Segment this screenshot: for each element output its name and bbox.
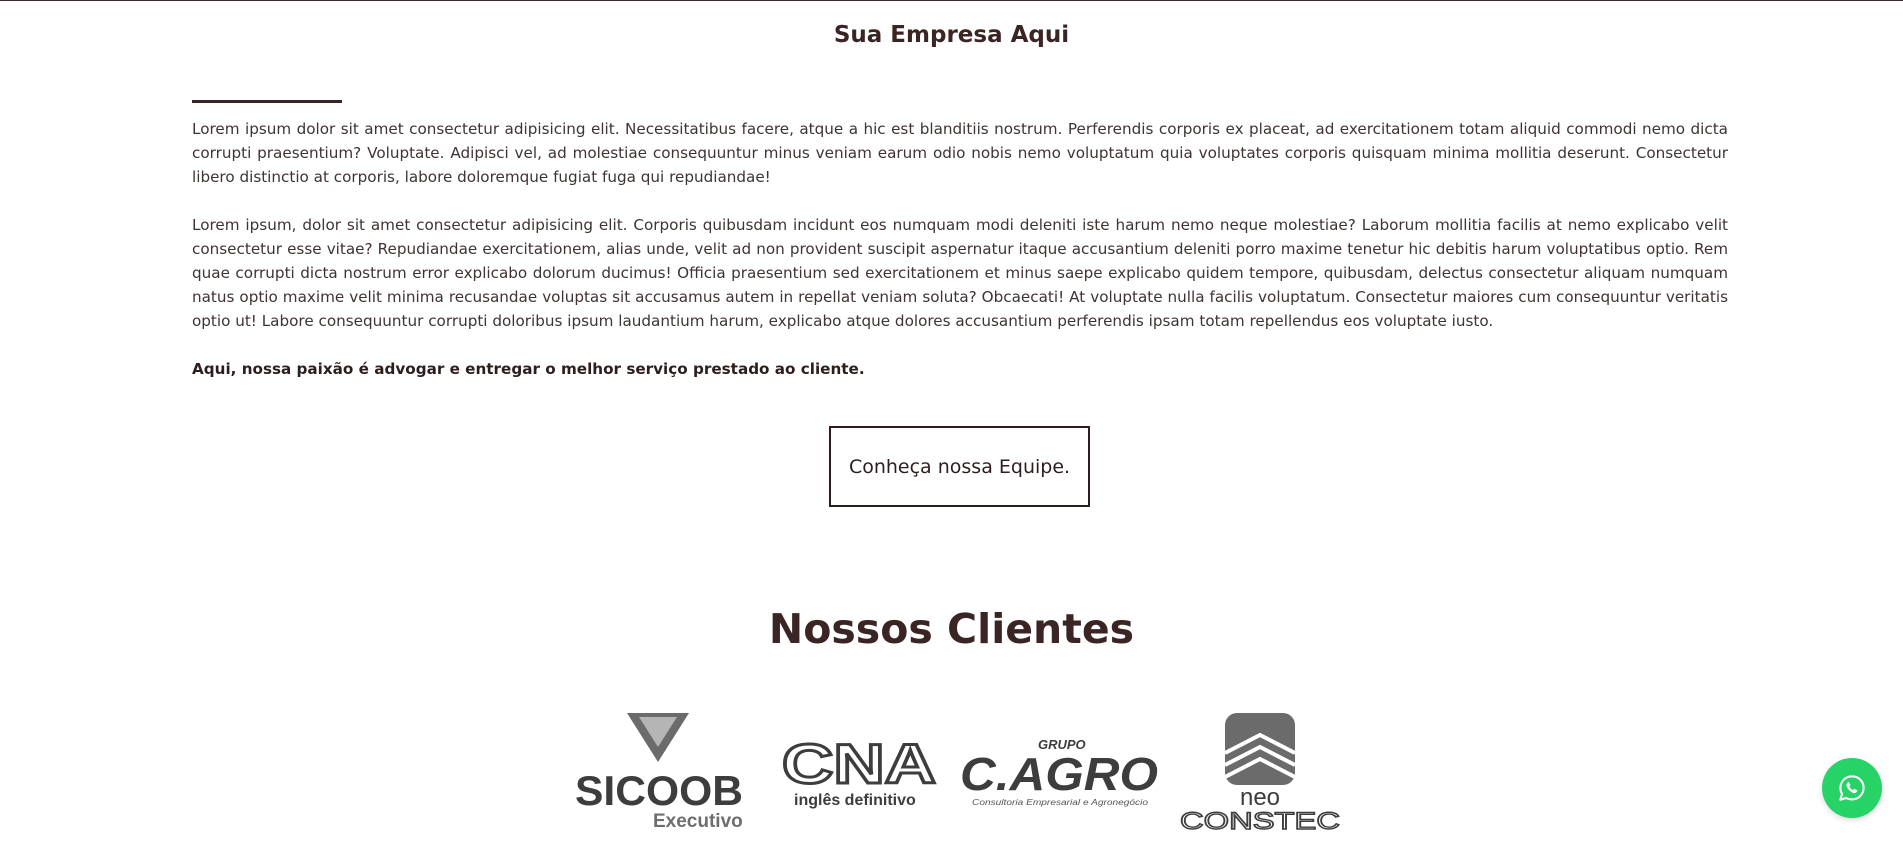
whatsapp-icon [1839, 775, 1865, 801]
cna-logo-sub: inglês definitivo [794, 792, 916, 809]
cna-logo: CNA inglês definitivo [780, 731, 940, 817]
constec-logo-text: CONSTEC [1180, 808, 1340, 831]
client-logos: SICOOB Executivo CNA inglês definitivo G… [0, 705, 1903, 850]
about-paragraph-2: Lorem ipsum, dolor sit amet consectetur … [192, 216, 1728, 330]
neo-constec-logo: neo CONSTEC [1178, 713, 1343, 836]
cagro-logo-text: C.AGRO [960, 748, 1158, 800]
section-title: Sua Empresa Aqui [833, 22, 1070, 48]
sicoob-logo-text: SICOOB [575, 767, 743, 814]
cna-logo-text: CNA [782, 733, 936, 795]
top-divider [0, 0, 1903, 1]
sicoob-logo: SICOOB Executivo [575, 705, 747, 834]
about-highlight: Aqui, nossa paixão é advogar e entregar … [192, 360, 865, 378]
cagro-logo: GRUPO C.AGRO Consultoria Empresarial e A… [958, 735, 1163, 814]
cagro-logo-sub: Consultoria Empresarial e Agronegócio [972, 798, 1149, 807]
about-paragraph-1: Lorem ipsum dolor sit amet consectetur a… [192, 120, 1728, 186]
whatsapp-button[interactable] [1822, 758, 1882, 818]
meet-team-button[interactable]: Conheça nossa Equipe. [829, 426, 1090, 507]
clients-title: Nossos Clientes [768, 605, 1135, 653]
sicoob-logo-sub: Executivo [653, 811, 743, 830]
title-accent-bar [192, 100, 342, 103]
neo-logo-text: neo [1240, 784, 1280, 811]
about-content: Lorem ipsum dolor sit amet consectetur a… [192, 117, 1728, 381]
